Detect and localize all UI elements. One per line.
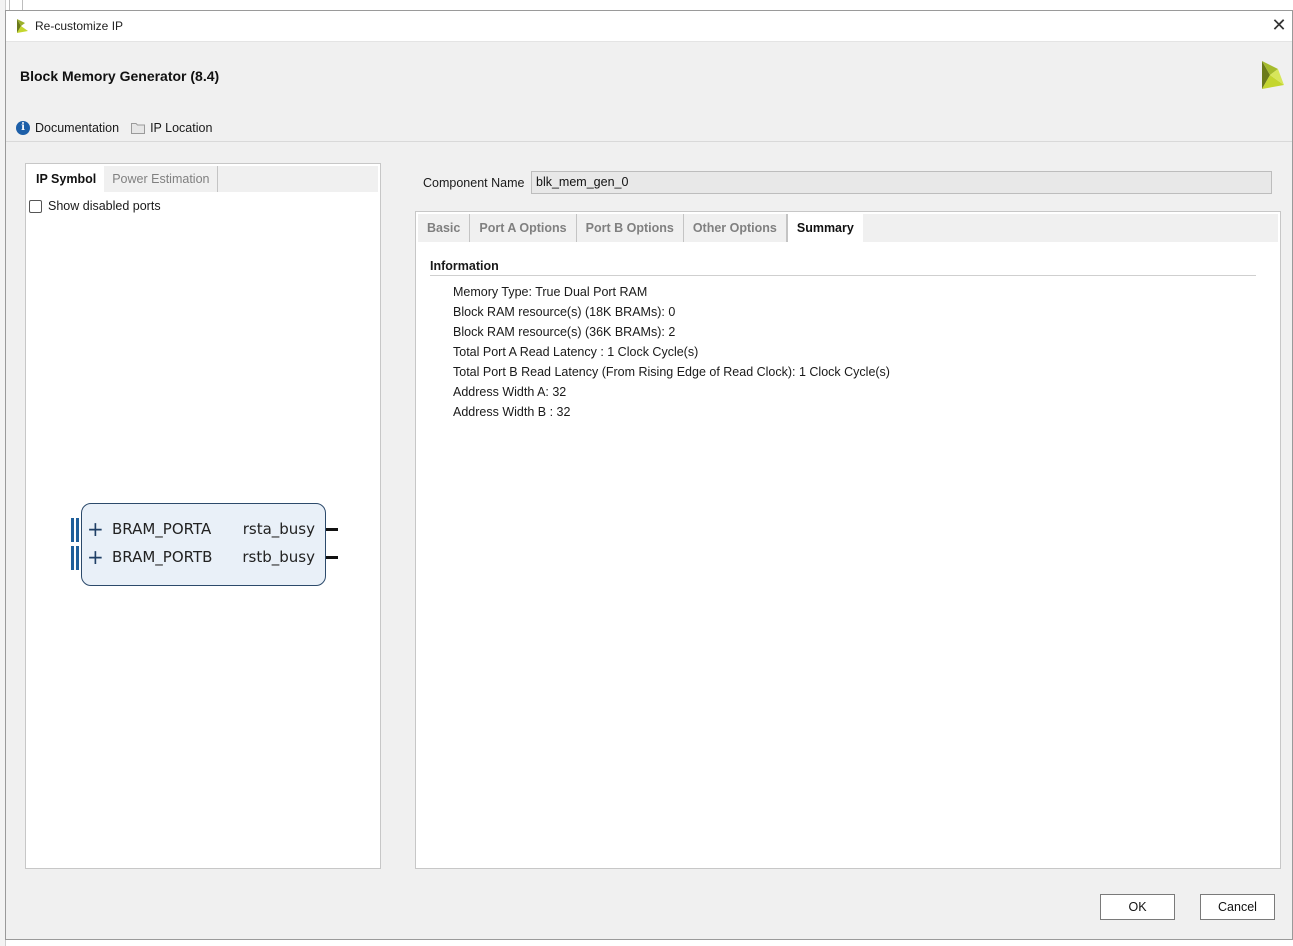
show-disabled-ports-label: Show disabled ports bbox=[48, 199, 161, 213]
dialog-titlebar: Re-customize IP ✕ bbox=[6, 11, 1292, 42]
tab-power-estimation[interactable]: Power Estimation bbox=[104, 166, 219, 192]
options-tab-bar: Basic Port A Options Port B Options Othe… bbox=[418, 214, 1278, 242]
port-row: + BRAM_PORTB rstb_busy bbox=[82, 545, 325, 569]
expand-plus-icon[interactable]: + bbox=[87, 546, 104, 568]
options-panel: Basic Port A Options Port B Options Othe… bbox=[415, 211, 1281, 869]
background-app-strip bbox=[0, 0, 1293, 10]
ip-symbol-panel: IP Symbol Power Estimation Show disabled… bbox=[25, 163, 381, 869]
list-item: Block RAM resource(s) (18K BRAMs): 0 bbox=[453, 305, 676, 319]
recustomize-ip-dialog: Re-customize IP ✕ Block Memory Generator… bbox=[5, 10, 1293, 940]
tab-other-options[interactable]: Other Options bbox=[684, 214, 787, 242]
info-icon: i bbox=[16, 121, 30, 135]
port-row: + BRAM_PORTA rsta_busy bbox=[82, 517, 325, 541]
list-item: Total Port A Read Latency : 1 Clock Cycl… bbox=[453, 345, 699, 359]
dialog-header: Block Memory Generator (8.4) i Documenta… bbox=[6, 42, 1292, 142]
bram-porta-bus-icon bbox=[71, 518, 79, 542]
tab-ip-symbol[interactable]: IP Symbol bbox=[28, 166, 105, 192]
ok-button[interactable]: OK bbox=[1100, 894, 1175, 920]
dialog-title: Re-customize IP bbox=[35, 19, 124, 33]
documentation-link[interactable]: i Documentation bbox=[16, 121, 119, 135]
port-interface-name: BRAM_PORTB bbox=[112, 548, 213, 566]
xilinx-logo-icon bbox=[1262, 61, 1284, 89]
component-name-field[interactable]: blk_mem_gen_0 bbox=[531, 171, 1272, 194]
tab-basic[interactable]: Basic bbox=[418, 214, 471, 242]
list-item: Address Width B : 32 bbox=[453, 405, 571, 419]
rsta-busy-pin bbox=[326, 528, 338, 531]
ip-location-link[interactable]: IP Location bbox=[131, 121, 212, 135]
ip-location-label: IP Location bbox=[150, 121, 213, 135]
information-heading: Information bbox=[430, 259, 499, 273]
tab-summary[interactable]: Summary bbox=[786, 214, 863, 242]
divider bbox=[430, 275, 1256, 276]
cancel-button[interactable]: Cancel bbox=[1200, 894, 1275, 920]
list-item: Total Port B Read Latency (From Rising E… bbox=[453, 365, 890, 379]
xilinx-logo-icon bbox=[17, 19, 28, 33]
port-signal-name: rsta_busy bbox=[242, 520, 315, 538]
port-interface-name: BRAM_PORTA bbox=[112, 520, 212, 538]
list-item: Address Width A: 32 bbox=[453, 385, 567, 399]
bram-portb-bus-icon bbox=[71, 546, 79, 570]
close-icon[interactable]: ✕ bbox=[1268, 14, 1290, 36]
list-item: Block RAM resource(s) (36K BRAMs): 2 bbox=[453, 325, 676, 339]
component-name-label: Component Name bbox=[423, 176, 525, 190]
expand-plus-icon[interactable]: + bbox=[87, 518, 104, 540]
folder-icon bbox=[131, 123, 146, 134]
tab-port-a-options[interactable]: Port A Options bbox=[470, 214, 577, 242]
list-item: Memory Type: True Dual Port RAM bbox=[453, 285, 648, 299]
tab-port-b-options[interactable]: Port B Options bbox=[577, 214, 684, 242]
rstb-busy-pin bbox=[326, 556, 338, 559]
ip-symbol-block: + BRAM_PORTA rsta_busy + BRAM_PORTB rstb… bbox=[81, 503, 326, 586]
left-tab-bar: IP Symbol Power Estimation bbox=[28, 166, 378, 192]
ip-toolbar: i Documentation IP Location bbox=[16, 119, 212, 137]
documentation-label: Documentation bbox=[35, 121, 120, 135]
summary-list: Memory Type: True Dual Port RAM Block RA… bbox=[453, 283, 890, 423]
show-disabled-ports-checkbox[interactable] bbox=[29, 199, 42, 213]
port-signal-name: rstb_busy bbox=[242, 548, 315, 566]
page-title: Block Memory Generator (8.4) bbox=[20, 68, 220, 84]
show-disabled-ports-row[interactable]: Show disabled ports bbox=[29, 199, 161, 213]
